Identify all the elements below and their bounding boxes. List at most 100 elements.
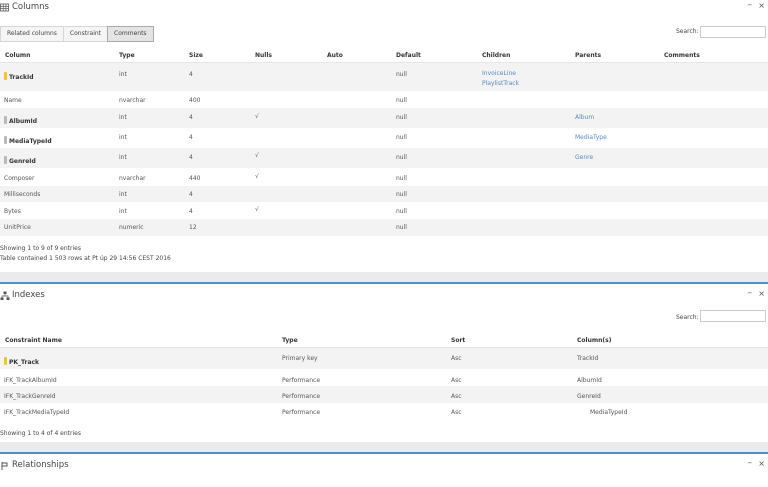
header-index-type[interactable]: Type [282,337,298,344]
parent-link-genre[interactable]: Genre [575,154,593,161]
column-name: MediaTypeId [9,138,52,145]
indexes-search-input[interactable] [700,310,766,322]
cell-column: Milliseconds [4,191,41,198]
cell-default: null [396,175,407,182]
cell-index-type: Performance [282,377,321,384]
cell-size: 440 [189,175,201,182]
foreign-key-icon [4,116,7,124]
indexes-close-button[interactable]: × [758,289,765,298]
table-row-stripe [0,186,768,202]
foreign-key-icon [4,156,7,164]
cell-constraint-name: IFK_TrackMediaTypeId [4,409,70,416]
cell-size: 400 [189,97,201,104]
cell-default: null [396,208,407,215]
cell-type: numeric [119,224,144,231]
cell-column: Composer [4,175,35,182]
relationships-close-button[interactable]: × [758,459,765,468]
cell-sort: Asc [451,355,462,362]
header-constraint-name[interactable]: Constraint Name [5,337,62,344]
cell-sort: Asc [451,377,462,384]
cell-column: GenreId [4,156,36,165]
cell-sort: Asc [451,409,462,416]
panel-accent-line [0,282,768,284]
indexes-panel-header: Indexes – × [0,288,768,306]
header-comments[interactable]: Comments [664,52,700,59]
columns-info-table: Table contained 1 503 rows at Pt úp 29 1… [0,255,171,262]
header-default[interactable]: Default [396,52,421,59]
cell-size: 4 [189,114,193,121]
indexes-search-label: Search: [676,314,699,321]
cell-index-columns: GenreId [577,393,601,400]
child-link-playlisttrack[interactable]: PlaylistTrack [482,80,519,87]
table-row-stripe [0,348,768,369]
table-row-stripe [0,108,768,128]
header-children[interactable]: Children [482,52,510,59]
columns-search-input[interactable] [700,26,766,38]
cell-nulls: √ [255,152,259,159]
table-icon [0,3,9,12]
cell-column: Bytes [4,208,21,215]
cell-column: MediaTypeId [4,136,52,145]
cell-size: 4 [189,208,193,215]
cell-constraint-name: PK_Track [4,357,39,366]
tab-constraint[interactable]: Constraint [62,26,109,42]
cell-type: int [119,208,127,215]
table-row-stripe [0,219,768,236]
cell-size: 4 [189,191,193,198]
cell-index-type: Performance [282,393,321,400]
child-link-invoiceline[interactable]: InvoiceLine [482,70,516,77]
cell-nulls: √ [255,173,259,180]
tab-related-columns[interactable]: Related columns [0,26,64,42]
cell-type: int [119,71,127,78]
cell-sort: Asc [451,393,462,400]
columns-tabs: Related columns Constraint Comments [0,26,154,42]
header-auto[interactable]: Auto [327,52,343,59]
relationships-panel-title: Relationships [12,460,69,470]
columns-search-label: Search: [676,28,699,35]
cell-nulls: √ [255,113,259,120]
constraint-name: PK_Track [9,359,40,366]
cell-index-type: Primary key [282,355,318,362]
table-row-stripe [0,148,768,168]
column-name: TrackId [9,74,34,81]
cell-column: Name [4,97,22,104]
cell-column: TrackId [4,72,34,81]
parent-link-mediatype[interactable]: MediaType [575,134,607,141]
columns-minimize-button[interactable]: – [748,0,753,10]
columns-panel-header: Columns – × [0,0,768,18]
header-column[interactable]: Column [5,52,30,59]
columns-panel: Columns – × Related columns Constraint C… [0,0,768,272]
primary-key-icon [4,72,7,80]
indexes-minimize-button[interactable]: – [748,288,753,298]
header-parents[interactable]: Parents [575,52,601,59]
header-nulls[interactable]: Nulls [255,52,272,59]
header-type[interactable]: Type [119,52,135,59]
cell-default: null [396,191,407,198]
table-row-stripe [0,386,768,403]
hierarchy-icon [0,291,10,300]
table-row-stripe [0,63,768,91]
relationships-panel-header: Relationships – × [0,458,768,476]
cell-index-columns: TrackId [577,355,599,362]
cell-type: nvarchar [119,97,146,104]
header-sort[interactable]: Sort [451,337,465,344]
cell-column: AlbumId [4,116,37,125]
cell-default: null [396,224,407,231]
relationships-minimize-button[interactable]: – [748,458,753,468]
header-index-columns[interactable]: Column(s) [577,337,611,344]
cell-type: int [119,134,127,141]
tab-comments[interactable]: Comments [107,26,154,42]
cell-constraint-name: IFK_TrackGenreId [4,393,56,400]
columns-close-button[interactable]: × [758,1,765,10]
panel-divider [0,442,768,452]
cell-default: null [396,114,407,121]
header-size[interactable]: Size [189,52,203,59]
cell-type: int [119,191,127,198]
cell-nulls: √ [255,206,259,213]
parent-link-album[interactable]: Album [575,114,594,121]
columns-info-entries: Showing 1 to 9 of 9 entries [0,245,81,252]
columns-panel-title: Columns [12,2,49,12]
cell-default: null [396,134,407,141]
cell-index-columns: AlbumId [577,377,602,384]
cell-size: 4 [189,71,193,78]
